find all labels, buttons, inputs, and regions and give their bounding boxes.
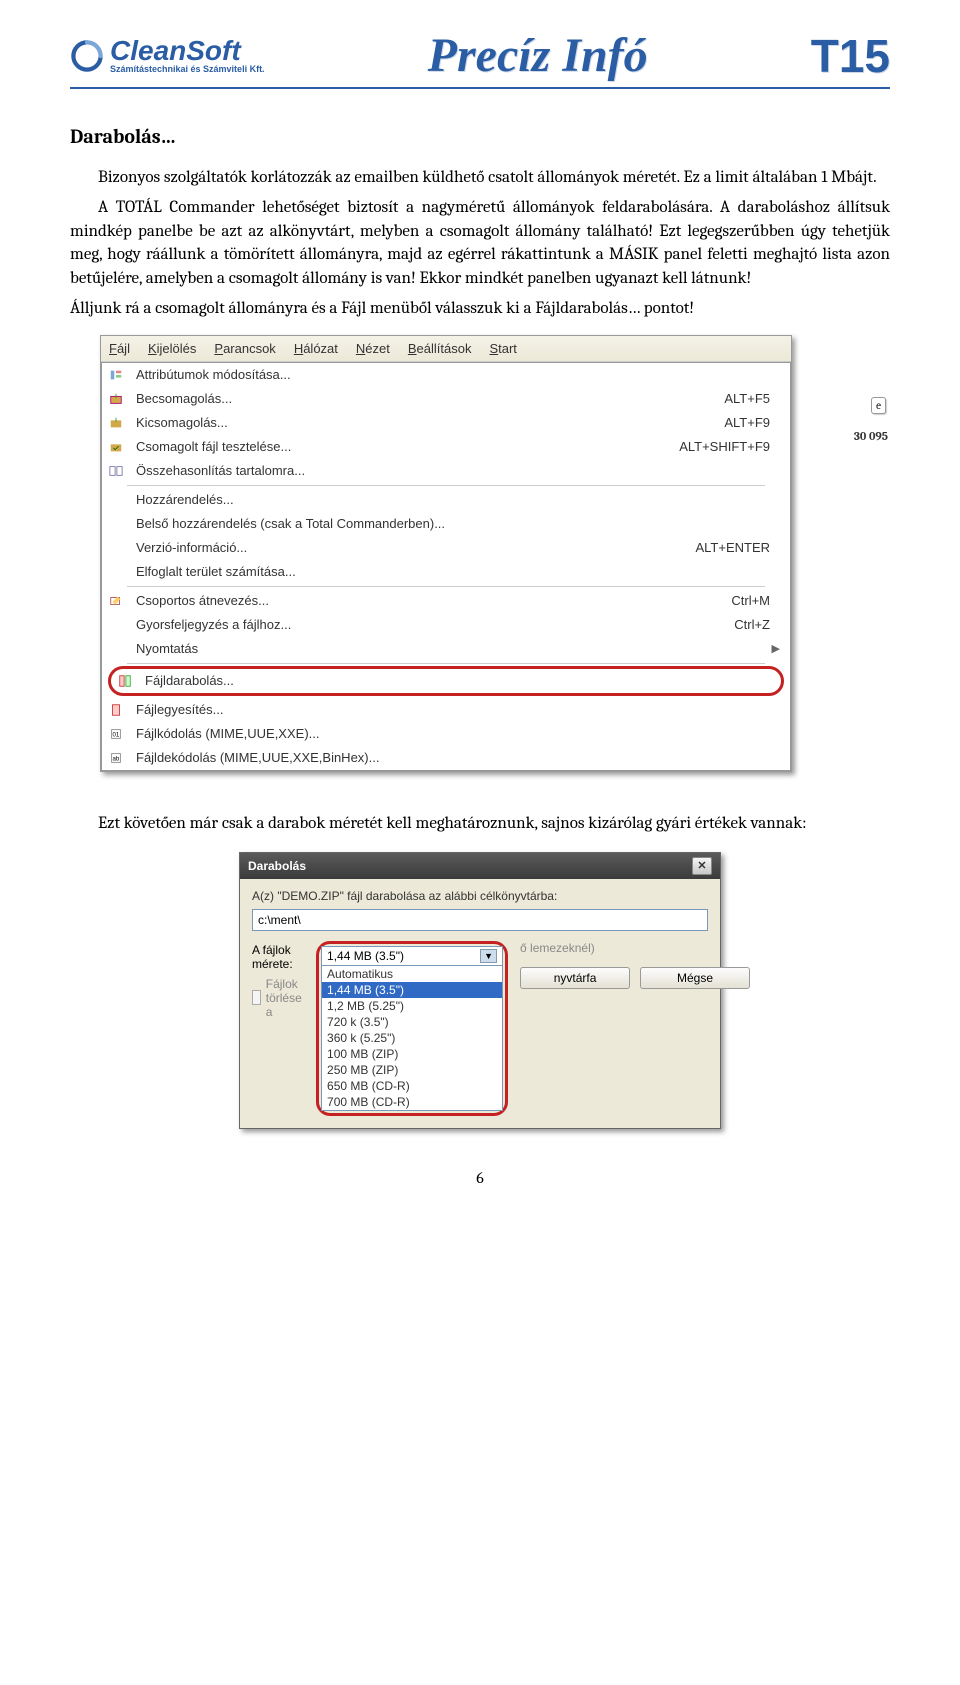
menuitem-rename[interactable]: Csoportos átnevezés...Ctrl+M	[102, 589, 790, 613]
screenshot-dialog: Darabolás ✕ A(z) "DEMO.ZIP" fájl darabol…	[239, 852, 721, 1129]
menuitem-print[interactable]: Nyomtatás▶	[102, 637, 790, 661]
menu-commands[interactable]: Parancsok	[214, 341, 275, 356]
encode-icon: 01	[106, 726, 126, 742]
merge-icon	[106, 702, 126, 718]
close-button[interactable]: ✕	[692, 857, 712, 875]
combo-opt-8[interactable]: 700 MB (CD-R)	[322, 1094, 502, 1110]
page-header: CleanSoft Számítástechnikai és Számvitel…	[70, 28, 890, 89]
combo-opt-5[interactable]: 100 MB (ZIP)	[322, 1046, 502, 1062]
highlight-circle: Fájldarabolás...	[108, 666, 784, 696]
combo-opt-3[interactable]: 720 k (3.5")	[322, 1014, 502, 1030]
svg-text:01: 01	[113, 731, 120, 738]
decode-icon: ab	[106, 750, 126, 766]
menu-settings[interactable]: Beállítások	[408, 341, 472, 356]
menu-view[interactable]: Nézet	[356, 341, 390, 356]
combo-selected[interactable]: 1,44 MB (3.5") ▼	[322, 947, 502, 965]
menuitem-internal-assoc[interactable]: Belső hozzárendelés (csak a Total Comman…	[102, 512, 790, 536]
screenshot-menu: Fájl Kijelölés Parancsok Hálózat Nézet B…	[100, 335, 792, 772]
section-heading: Darabolás…	[70, 125, 890, 148]
menuitem-assoc[interactable]: Hozzárendelés...	[102, 488, 790, 512]
dialog-titlebar: Darabolás ✕	[240, 853, 720, 879]
size-combo[interactable]: 1,44 MB (3.5") ▼ Automatikus 1,44 MB (3.…	[321, 946, 503, 1111]
menu-select[interactable]: Kijelölés	[148, 341, 196, 356]
menuitem-compare[interactable]: Összehasonlítás tartalomra...	[102, 459, 790, 483]
combo-opt-6[interactable]: 250 MB (ZIP)	[322, 1062, 502, 1078]
paragraph-1: Bizonyos szolgáltatók korlátozzák az ema…	[70, 166, 890, 190]
menuitem-unpack[interactable]: Kicsomagolás...ALT+F9	[102, 411, 790, 435]
combo-opt-7[interactable]: 650 MB (CD-R)	[322, 1078, 502, 1094]
checkbox-tail: ő lemezeknél)	[520, 941, 750, 955]
doc-code: T15	[811, 29, 890, 83]
chevron-down-icon: ▼	[480, 949, 497, 963]
dialog-line1: A(z) "DEMO.ZIP" fájl darabolása az alább…	[252, 889, 708, 903]
menuitem-version[interactable]: Verzió-információ...ALT+ENTER	[102, 536, 790, 560]
paragraph-4: Ezt követően már csak a darabok méretét …	[70, 812, 890, 836]
menuitem-encode[interactable]: 01Fájlkódolás (MIME,UUE,XXE)...	[102, 722, 790, 746]
combo-opt-0[interactable]: Automatikus	[322, 966, 502, 982]
tree-button[interactable]: nyvtárfa	[520, 967, 630, 989]
side-number: 30 095	[854, 429, 888, 443]
menu-file[interactable]: Fájl	[109, 341, 130, 356]
menuitem-pack[interactable]: Becsomagolás...ALT+F5	[102, 387, 790, 411]
menuitem-merge[interactable]: Fájlegyesítés...	[102, 698, 790, 722]
attr-icon	[106, 367, 126, 383]
menuitem-decode[interactable]: abFájldekódolás (MIME,UUE,XXE,BinHex)...	[102, 746, 790, 770]
checkbox-icon[interactable]	[252, 990, 261, 1005]
paragraph-3: Álljunk rá a csomagolt állományra és a F…	[70, 297, 890, 321]
logo: CleanSoft Számítástechnikai és Számvitel…	[70, 37, 265, 74]
combo-opt-2[interactable]: 1,2 MB (5.25")	[322, 998, 502, 1014]
path-input[interactable]	[252, 909, 708, 931]
unpack-icon	[106, 415, 126, 431]
doc-title: Precíz Infó	[428, 28, 648, 83]
submenu-arrow-icon: ▶	[772, 642, 780, 655]
combo-opt-1[interactable]: 1,44 MB (3.5")	[322, 982, 502, 998]
checkbox-label: Fájlok törlése a	[266, 977, 308, 1019]
test-icon	[106, 439, 126, 455]
menuitem-attributes[interactable]: Attribútumok módosítása...	[102, 363, 790, 387]
rename-icon	[106, 593, 126, 609]
file-dropdown: Attribútumok módosítása... Becsomagolás.…	[101, 362, 791, 771]
pack-icon	[106, 391, 126, 407]
menuitem-test[interactable]: Csomagolt fájl tesztelése...ALT+SHIFT+F9	[102, 435, 790, 459]
menuitem-space[interactable]: Elfoglalt terület számítása...	[102, 560, 790, 584]
logo-main-text: CleanSoft	[110, 37, 265, 65]
size-label: A fájlok mérete:	[252, 943, 308, 971]
compare-icon	[106, 463, 126, 479]
dialog-title-text: Darabolás	[248, 859, 306, 873]
paragraph-2: A TOTÁL Commander lehetőséget biztosít a…	[70, 196, 890, 291]
menu-start[interactable]: Start	[489, 341, 516, 356]
combo-opt-4[interactable]: 360 k (5.25")	[322, 1030, 502, 1046]
drive-chip[interactable]: e	[871, 397, 886, 414]
svg-text:ab: ab	[113, 755, 120, 762]
logo-icon	[70, 39, 104, 73]
highlight-box: 1,44 MB (3.5") ▼ Automatikus 1,44 MB (3.…	[316, 941, 508, 1116]
logo-sub-text: Számítástechnikai és Számviteli Kft.	[110, 65, 265, 74]
cancel-button[interactable]: Mégse	[640, 967, 750, 989]
menu-network[interactable]: Hálózat	[294, 341, 338, 356]
combo-list: Automatikus 1,44 MB (3.5") 1,2 MB (5.25"…	[322, 965, 502, 1110]
menubar: Fájl Kijelölés Parancsok Hálózat Nézet B…	[101, 336, 791, 362]
page-number: 6	[70, 1169, 890, 1187]
delete-checkbox-row[interactable]: Fájlok törlése a	[252, 977, 308, 1019]
menuitem-note[interactable]: Gyorsfeljegyzés a fájlhoz...Ctrl+Z	[102, 613, 790, 637]
menuitem-split[interactable]: Fájldarabolás...	[111, 669, 781, 693]
split-icon	[115, 673, 135, 689]
